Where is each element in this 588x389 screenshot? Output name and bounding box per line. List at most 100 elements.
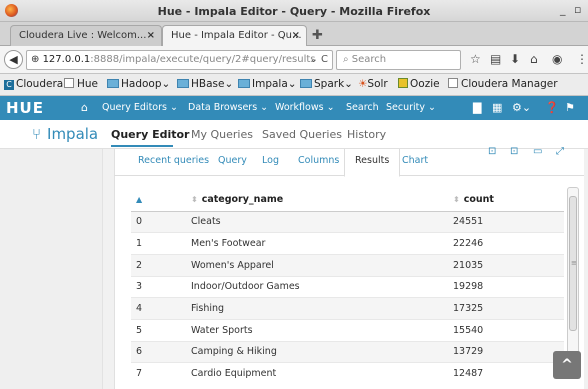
scrollbar-thumb[interactable]: ≡ [569,196,577,331]
new-tab-icon[interactable]: ✚ [312,28,323,43]
tab-label: Hue - Impala Editor - Qu... [171,30,302,41]
nav-workflows[interactable]: Workflows ⌄ [275,102,335,113]
cell-index: 6 [131,340,186,363]
browser-tab-hue[interactable]: Hue - Impala Editor - Qu... × [162,25,307,46]
bookmark-spark[interactable]: Spark⌄ [300,78,353,90]
column-header-count[interactable]: ⬍ count [448,189,564,212]
home-icon[interactable]: ⌂ [81,101,88,114]
tab-chart[interactable]: Chart [402,155,428,166]
hue-navbar: HUE ⌂ Query Editors ⌄ Data Browsers ⌄ Wo… [0,96,588,120]
hue-logo[interactable]: HUE [6,99,44,117]
close-tab-icon[interactable]: × [147,30,155,41]
bookmark-solr[interactable]: ☀Solr [358,78,388,90]
navigation-bar: ◀ ⊕ 127.0.0.1:8888/impala/execute/query/… [0,46,588,74]
url-bar[interactable]: ⊕ 127.0.0.1:8888/impala/execute/query/2#… [26,50,333,70]
checkbox-icon [448,78,458,88]
home-icon[interactable]: ⌂ [530,52,538,66]
folder-icon [107,79,119,88]
tab-saved-queries[interactable]: Saved Queries [262,128,342,141]
download-icon[interactable]: ⬇ [510,52,520,66]
table-row: 0 Cleats 24551 [131,210,564,233]
chat-icon[interactable]: ◉ [552,52,562,66]
tab-recent-queries[interactable]: Recent queries [138,155,209,166]
fullscreen-icon[interactable]: ⤢ [556,146,564,157]
download-icon[interactable]: ⊡ [488,146,496,157]
nav-security[interactable]: Security ⌄ [386,102,436,113]
bookmark-impala[interactable]: Impala⌄ [238,78,297,90]
column-header-index[interactable]: ▲ [131,189,186,212]
cell-category: Men's Footwear [186,232,448,255]
sort-icon: ⬍ [453,195,460,205]
cell-index: 4 [131,297,186,320]
menu-icon[interactable]: ⋮ [576,52,588,66]
table-row: 4 Fishing 17325 [131,297,564,320]
oozie-icon [398,78,408,88]
chevron-up-icon: ^ [561,357,573,373]
tab-my-queries[interactable]: My Queries [191,128,253,141]
file-icon[interactable]: ▇ [473,101,481,114]
cell-count: 22246 [448,232,564,255]
app-header: ⑂ Impala Query Editor My Queries Saved Qu… [0,120,588,149]
folder-icon [238,79,250,88]
cell-category: Camping & Hiking [186,340,448,363]
tab-columns[interactable]: Columns [298,155,339,166]
close-tab-icon[interactable]: × [292,30,300,41]
cell-category: Fishing [186,297,448,320]
results-table: ▲ ⬍ category_name ⬍ count 0 Cleats 24551 1 Me… [131,189,564,385]
back-button[interactable]: ◀ [4,50,23,69]
cell-count: 24551 [448,210,564,233]
scroll-to-top-button[interactable]: ^ [553,351,581,379]
table-row: 3 Indoor/Outdoor Games 19298 [131,275,564,298]
bookmark-cloudera[interactable]: C Cloudera [4,78,63,90]
nav-search[interactable]: Search [346,102,379,113]
nav-query-editors[interactable]: Query Editors ⌄ [102,102,178,113]
search-icon: ⌕ [343,54,352,65]
cell-category: Cardio Equipment [186,362,448,385]
flag-icon[interactable]: ⚑ [565,101,575,114]
bookmark-hue[interactable]: Hue [64,78,98,90]
maximize-button[interactable]: ▫ [574,3,581,16]
tab-results[interactable]: Results [344,149,401,177]
cell-count: 21035 [448,253,564,277]
bookmark-hadoop[interactable]: Hadoop⌄ [107,78,170,90]
reload-icon[interactable]: ⌄ C [309,54,328,65]
solr-icon: ☀ [358,78,368,90]
settings-icon[interactable]: ⚙⌄ [512,101,531,114]
cell-index: 3 [131,275,186,298]
cell-category: Water Sports [186,318,448,342]
bookmark-star-icon[interactable]: ☆ [470,52,481,66]
bookmarks-bar: C Cloudera Hue Hadoop⌄ HBase⌄ Impala⌄ Spa… [0,74,588,96]
cell-index: 7 [131,362,186,385]
expand-icon[interactable]: ▭ [533,146,542,157]
results-scrollbar[interactable]: ≡ [567,187,579,377]
grip-icon: ≡ [571,259,577,267]
bookmark-hbase[interactable]: HBase⌄ [177,78,233,90]
browser-tab-cloudera[interactable]: Cloudera Live : Welcom... × [10,25,162,46]
table-row: 1 Men's Footwear 22246 [131,232,564,255]
nav-data-browsers[interactable]: Data Browsers ⌄ [188,102,268,113]
tab-query[interactable]: Query [218,155,247,166]
tab-query-editor[interactable]: Query Editor [111,128,189,141]
active-tab-indicator [111,145,173,147]
cell-count: 17325 [448,297,564,320]
cell-count: 15540 [448,318,564,342]
cell-count: 12487 [448,362,564,385]
table-row: 2 Women's Apparel 21035 [131,253,564,277]
cell-count: 19298 [448,275,564,298]
bookmark-oozie[interactable]: Oozie [398,78,440,90]
reading-list-icon[interactable]: ▤ [490,52,501,66]
cell-index: 0 [131,210,186,233]
save-icon[interactable]: ⊡ [510,146,518,157]
minimize-button[interactable]: _ [560,3,566,16]
bookmark-cloudera-manager[interactable]: Cloudera Manager [448,78,558,90]
search-input[interactable]: ⌕ Search [336,50,461,70]
cloudera-icon: C [4,80,14,90]
table-icon[interactable]: ▦ [492,101,502,114]
tab-history[interactable]: History [347,128,386,141]
left-sidebar [0,149,103,389]
tab-log[interactable]: Log [262,155,279,166]
column-header-category-name[interactable]: ⬍ category_name [186,189,448,212]
help-icon[interactable]: ❓ [545,101,559,114]
checkbox-icon [64,78,74,88]
impala-logo[interactable]: ⑂ Impala [32,125,98,143]
